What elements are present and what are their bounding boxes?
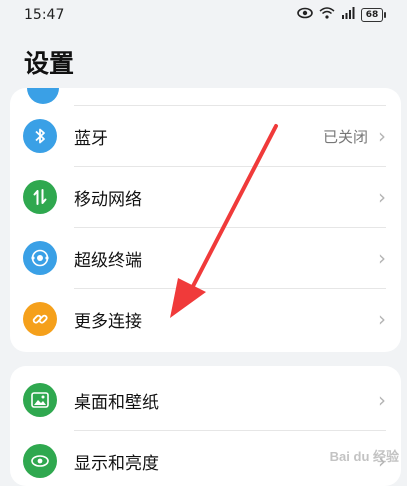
wifi-icon <box>319 7 335 23</box>
status-bar: 15:47 68 <box>0 0 407 30</box>
more-connections-label: 更多连接 <box>74 311 142 332</box>
link-icon <box>23 302 57 336</box>
mobile-network-label: 移动网络 <box>74 189 142 210</box>
bluetooth-label: 蓝牙 <box>74 128 108 149</box>
chevron-right-icon: › <box>378 185 386 209</box>
mobile-data-icon <box>23 180 57 214</box>
previous-item-peek[interactable] <box>10 88 401 105</box>
wlan-icon <box>27 88 59 104</box>
super-device-label: 超级终端 <box>74 250 142 271</box>
chevron-right-icon: › <box>378 388 386 412</box>
eye-icon <box>297 7 313 23</box>
display-icon <box>23 444 57 478</box>
wallpaper-icon <box>23 383 57 417</box>
mobile-network-row[interactable]: 移动网络 › <box>10 167 401 227</box>
bluetooth-icon <box>23 119 57 153</box>
status-icons: 68 <box>297 7 386 23</box>
super-device-icon <box>23 241 57 275</box>
super-device-row[interactable]: 超级终端 › <box>10 228 401 288</box>
chevron-right-icon: › <box>378 246 386 270</box>
wallpaper-row[interactable]: 桌面和壁纸 › <box>10 370 401 430</box>
display-brightness-label: 显示和亮度 <box>74 453 159 474</box>
display-card: 桌面和壁纸 › 显示和亮度 › <box>10 366 401 486</box>
signal-icon <box>341 7 355 23</box>
page-title: 设置 <box>24 49 75 78</box>
battery-icon: 68 <box>361 8 386 22</box>
bluetooth-status: 已关闭 <box>322 127 368 146</box>
more-connections-row[interactable]: 更多连接 › <box>10 289 401 349</box>
bluetooth-row[interactable]: 蓝牙 已关闭 › <box>10 106 401 166</box>
chevron-right-icon: › <box>378 124 386 148</box>
wallpaper-label: 桌面和壁纸 <box>74 392 159 413</box>
watermark-text: Bai du 经验 <box>329 449 399 464</box>
chevron-right-icon: › <box>378 307 386 331</box>
connectivity-card: 蓝牙 已关闭 › 移动网络 › 超级终端 › 更多连接 › <box>10 88 401 352</box>
status-time: 15:47 <box>24 7 65 23</box>
